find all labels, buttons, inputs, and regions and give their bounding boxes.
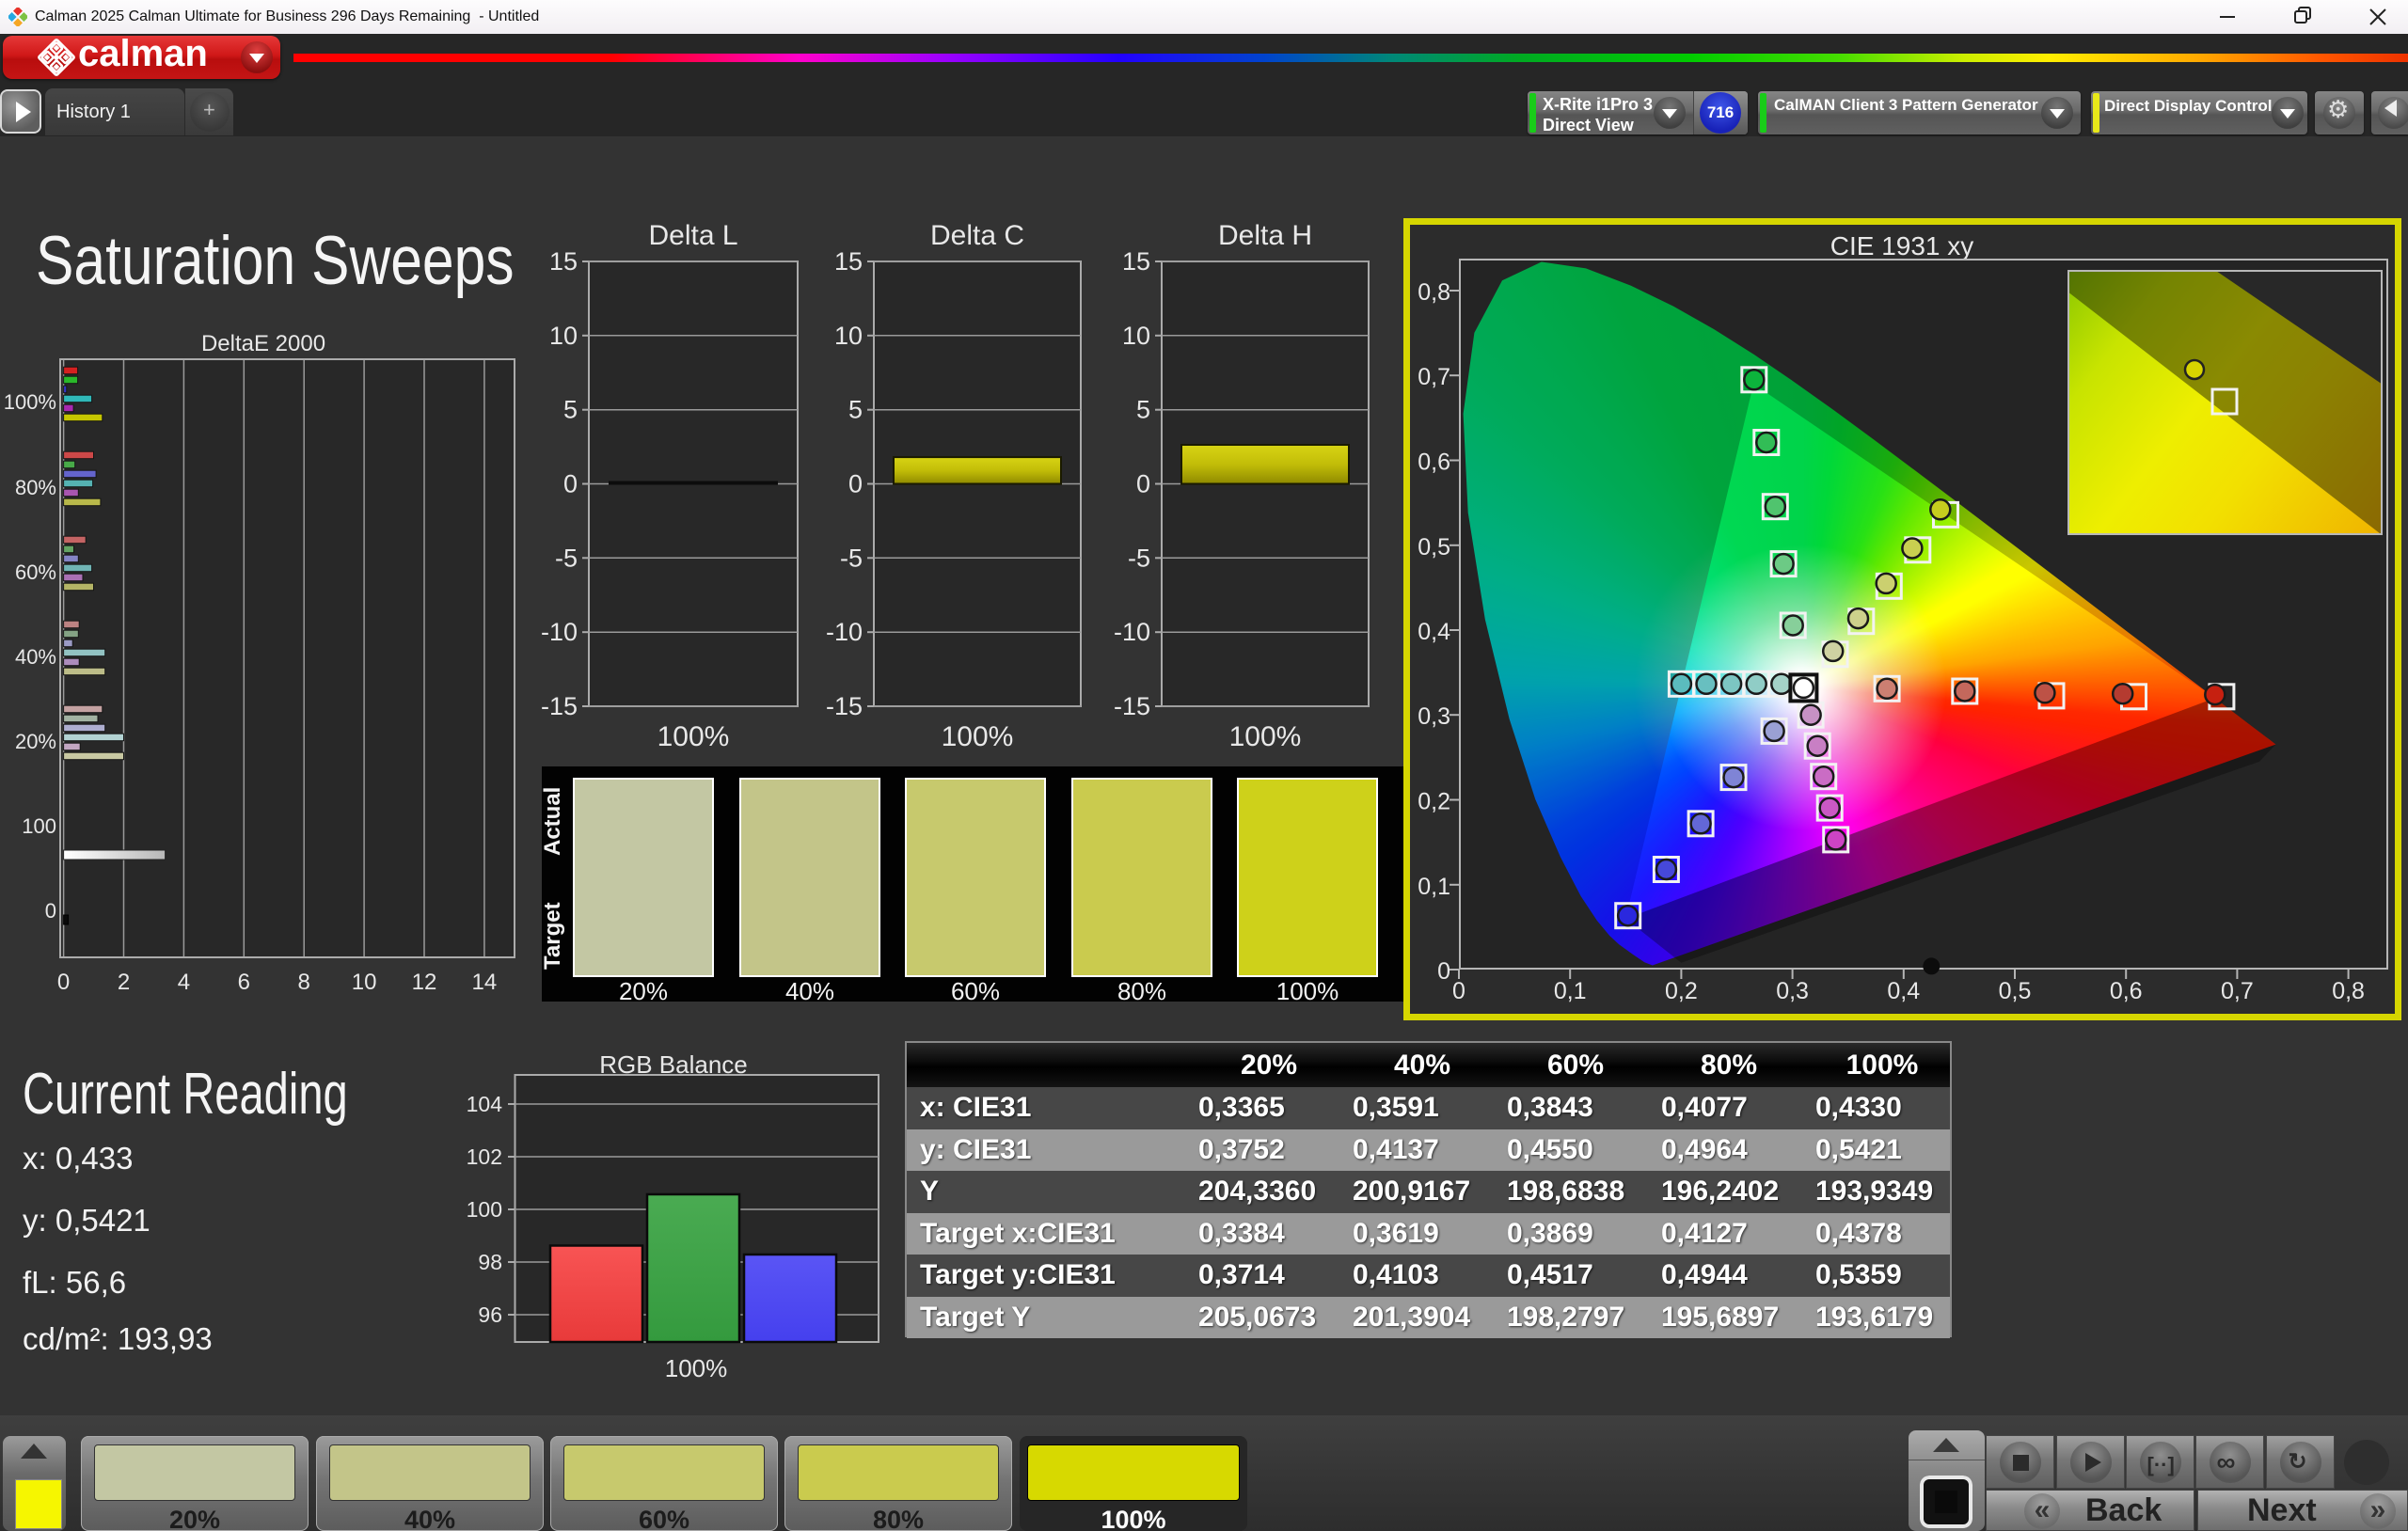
svg-text:0,7: 0,7 bbox=[1418, 364, 1450, 390]
svg-text:-15: -15 bbox=[1114, 692, 1150, 720]
svg-text:15: 15 bbox=[1122, 247, 1150, 276]
svg-text:-15: -15 bbox=[541, 692, 578, 720]
svg-text:0: 0 bbox=[1437, 958, 1450, 985]
svg-text:0: 0 bbox=[57, 970, 70, 995]
svg-text:0,8: 0,8 bbox=[2332, 978, 2365, 1004]
svg-text:0,4: 0,4 bbox=[1418, 619, 1450, 645]
svg-text:60%: 60% bbox=[15, 560, 56, 584]
svg-text:100: 100 bbox=[22, 814, 56, 838]
svg-text:15: 15 bbox=[549, 247, 578, 276]
svg-text:100%: 100% bbox=[665, 1354, 728, 1382]
svg-text:0,6: 0,6 bbox=[2110, 978, 2143, 1004]
svg-text:10: 10 bbox=[834, 322, 863, 350]
svg-text:0: 0 bbox=[563, 470, 578, 498]
svg-text:-15: -15 bbox=[826, 692, 863, 720]
svg-text:5: 5 bbox=[1136, 396, 1150, 424]
svg-text:102: 102 bbox=[467, 1144, 502, 1169]
svg-text:Delta L: Delta L bbox=[648, 220, 737, 251]
svg-text:-5: -5 bbox=[555, 544, 578, 572]
svg-text:100%: 100% bbox=[657, 721, 730, 752]
svg-text:Delta C: Delta C bbox=[930, 220, 1024, 251]
svg-text:100%: 100% bbox=[4, 390, 56, 414]
svg-text:20%: 20% bbox=[15, 730, 56, 753]
svg-text:100: 100 bbox=[467, 1197, 502, 1222]
svg-text:0,4: 0,4 bbox=[1887, 978, 1920, 1004]
svg-text:0,3: 0,3 bbox=[1418, 703, 1450, 730]
svg-text:2: 2 bbox=[118, 970, 130, 995]
svg-text:0,2: 0,2 bbox=[1665, 978, 1698, 1004]
svg-text:0,7: 0,7 bbox=[2221, 978, 2254, 1004]
svg-text:4: 4 bbox=[178, 970, 190, 995]
svg-text:0: 0 bbox=[848, 470, 863, 498]
svg-text:5: 5 bbox=[563, 396, 578, 424]
svg-text:96: 96 bbox=[478, 1302, 502, 1327]
svg-text:10: 10 bbox=[549, 322, 578, 350]
svg-text:10: 10 bbox=[1122, 322, 1150, 350]
svg-text:0,5: 0,5 bbox=[1418, 534, 1450, 560]
svg-text:0: 0 bbox=[45, 899, 56, 923]
svg-text:-10: -10 bbox=[1114, 618, 1150, 646]
svg-text:0,3: 0,3 bbox=[1776, 978, 1809, 1004]
svg-text:12: 12 bbox=[412, 970, 437, 995]
svg-text:0,2: 0,2 bbox=[1418, 789, 1450, 815]
svg-text:0: 0 bbox=[1136, 470, 1150, 498]
svg-text:10: 10 bbox=[352, 970, 377, 995]
svg-text:Delta H: Delta H bbox=[1218, 220, 1312, 251]
svg-text:0: 0 bbox=[1452, 978, 1465, 1004]
svg-text:100%: 100% bbox=[1229, 721, 1302, 752]
svg-text:40%: 40% bbox=[15, 645, 56, 669]
svg-text:-5: -5 bbox=[840, 544, 863, 572]
svg-text:-10: -10 bbox=[826, 618, 863, 646]
svg-text:-5: -5 bbox=[1128, 544, 1150, 572]
svg-text:8: 8 bbox=[298, 970, 310, 995]
svg-text:80%: 80% bbox=[15, 476, 56, 499]
svg-text:100%: 100% bbox=[942, 721, 1014, 752]
svg-text:0,6: 0,6 bbox=[1418, 450, 1450, 476]
svg-text:104: 104 bbox=[467, 1092, 503, 1116]
svg-text:6: 6 bbox=[238, 970, 250, 995]
svg-text:15: 15 bbox=[834, 247, 863, 276]
svg-text:-10: -10 bbox=[541, 618, 578, 646]
svg-text:5: 5 bbox=[848, 396, 863, 424]
svg-text:0,5: 0,5 bbox=[1999, 978, 2032, 1004]
svg-text:98: 98 bbox=[478, 1250, 502, 1274]
svg-text:0,1: 0,1 bbox=[1554, 978, 1587, 1004]
svg-text:0,1: 0,1 bbox=[1418, 874, 1450, 900]
svg-text:0,8: 0,8 bbox=[1418, 279, 1450, 306]
svg-text:14: 14 bbox=[472, 970, 498, 995]
